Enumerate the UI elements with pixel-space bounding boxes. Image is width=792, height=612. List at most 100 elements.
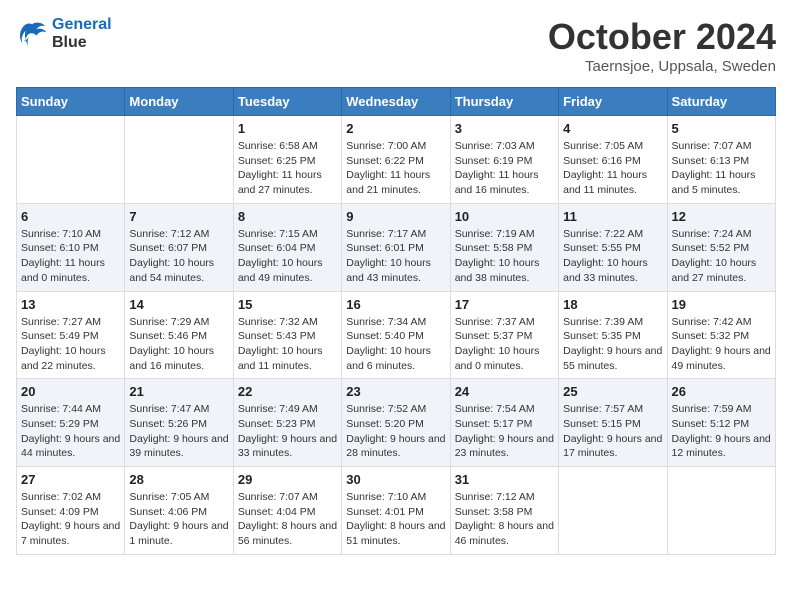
day-info: Sunrise: 7:05 AMSunset: 6:16 PMDaylight:… xyxy=(563,139,662,198)
calendar-cell: 28 Sunrise: 7:05 AMSunset: 4:06 PMDayligh… xyxy=(125,467,233,555)
day-number: 2 xyxy=(346,121,445,136)
calendar-cell xyxy=(17,116,125,204)
calendar-cell: 8 Sunrise: 7:15 AMSunset: 6:04 PMDaylight… xyxy=(233,203,341,291)
calendar-cell: 6 Sunrise: 7:10 AMSunset: 6:10 PMDaylight… xyxy=(17,203,125,291)
calendar-cell: 2 Sunrise: 7:00 AMSunset: 6:22 PMDaylight… xyxy=(342,116,450,204)
day-info: Sunrise: 7:32 AMSunset: 5:43 PMDaylight:… xyxy=(238,315,337,374)
weekday-header-monday: Monday xyxy=(125,88,233,116)
calendar-cell xyxy=(125,116,233,204)
weekday-header-wednesday: Wednesday xyxy=(342,88,450,116)
day-number: 16 xyxy=(346,297,445,312)
day-info: Sunrise: 7:37 AMSunset: 5:37 PMDaylight:… xyxy=(455,315,554,374)
day-info: Sunrise: 7:22 AMSunset: 5:55 PMDaylight:… xyxy=(563,227,662,286)
day-number: 18 xyxy=(563,297,662,312)
day-number: 17 xyxy=(455,297,554,312)
day-info: Sunrise: 7:07 AMSunset: 6:13 PMDaylight:… xyxy=(672,139,771,198)
month-title: October 2024 xyxy=(548,16,776,58)
day-number: 1 xyxy=(238,121,337,136)
day-info: Sunrise: 7:47 AMSunset: 5:26 PMDaylight:… xyxy=(129,402,228,461)
calendar-cell: 9Sunrise: 7:17 AMSunset: 6:01 PMDaylight… xyxy=(342,203,450,291)
logo: General Blue xyxy=(16,16,112,51)
day-number: 7 xyxy=(129,209,228,224)
calendar-cell: 3 Sunrise: 7:03 AMSunset: 6:19 PMDaylight… xyxy=(450,116,558,204)
calendar-cell: 24 Sunrise: 7:54 AMSunset: 5:17 PMDayligh… xyxy=(450,379,558,467)
day-number: 20 xyxy=(21,384,120,399)
calendar-cell: 5 Sunrise: 7:07 AMSunset: 6:13 PMDaylight… xyxy=(667,116,775,204)
day-info: Sunrise: 7:15 AMSunset: 6:04 PMDaylight:… xyxy=(238,227,337,286)
calendar-week-row: 20 Sunrise: 7:44 AMSunset: 5:29 PMDayligh… xyxy=(17,379,776,467)
day-number: 10 xyxy=(455,209,554,224)
day-info: Sunrise: 7:42 AMSunset: 5:32 PMDaylight:… xyxy=(672,315,771,374)
logo-text: General Blue xyxy=(52,16,112,51)
day-number: 24 xyxy=(455,384,554,399)
calendar-cell: 17 Sunrise: 7:37 AMSunset: 5:37 PMDayligh… xyxy=(450,291,558,379)
day-number: 6 xyxy=(21,209,120,224)
day-info: Sunrise: 7:02 AMSunset: 4:09 PMDaylight:… xyxy=(21,490,120,549)
calendar-cell: 12Sunrise: 7:24 AMSunset: 5:52 PMDayligh… xyxy=(667,203,775,291)
weekday-header-row: SundayMondayTuesdayWednesdayThursdayFrid… xyxy=(17,88,776,116)
calendar-cell: 14Sunrise: 7:29 AMSunset: 5:46 PMDayligh… xyxy=(125,291,233,379)
day-number: 31 xyxy=(455,472,554,487)
day-info: Sunrise: 7:05 AMSunset: 4:06 PMDaylight:… xyxy=(129,490,228,549)
location-subtitle: Taernsjoe, Uppsala, Sweden xyxy=(548,58,776,75)
day-number: 29 xyxy=(238,472,337,487)
day-info: Sunrise: 7:00 AMSunset: 6:22 PMDaylight:… xyxy=(346,139,445,198)
calendar-week-row: 6 Sunrise: 7:10 AMSunset: 6:10 PMDaylight… xyxy=(17,203,776,291)
weekday-header-tuesday: Tuesday xyxy=(233,88,341,116)
day-number: 11 xyxy=(563,209,662,224)
day-info: Sunrise: 7:10 AMSunset: 4:01 PMDaylight:… xyxy=(346,490,445,549)
day-number: 27 xyxy=(21,472,120,487)
calendar-cell: 15Sunrise: 7:32 AMSunset: 5:43 PMDayligh… xyxy=(233,291,341,379)
calendar-cell xyxy=(667,467,775,555)
calendar-cell: 16 Sunrise: 7:34 AMSunset: 5:40 PMDayligh… xyxy=(342,291,450,379)
calendar-cell: 11 Sunrise: 7:22 AMSunset: 5:55 PMDayligh… xyxy=(559,203,667,291)
day-info: Sunrise: 7:54 AMSunset: 5:17 PMDaylight:… xyxy=(455,402,554,461)
calendar-cell: 13 Sunrise: 7:27 AMSunset: 5:49 PMDayligh… xyxy=(17,291,125,379)
day-info: Sunrise: 7:52 AMSunset: 5:20 PMDaylight:… xyxy=(346,402,445,461)
calendar-cell: 31Sunrise: 7:12 AMSunset: 3:58 PMDayligh… xyxy=(450,467,558,555)
day-number: 30 xyxy=(346,472,445,487)
calendar-cell: 20 Sunrise: 7:44 AMSunset: 5:29 PMDayligh… xyxy=(17,379,125,467)
day-number: 26 xyxy=(672,384,771,399)
calendar-cell xyxy=(559,467,667,555)
day-info: Sunrise: 7:07 AMSunset: 4:04 PMDaylight:… xyxy=(238,490,337,549)
day-number: 21 xyxy=(129,384,228,399)
day-number: 25 xyxy=(563,384,662,399)
day-info: Sunrise: 7:44 AMSunset: 5:29 PMDaylight:… xyxy=(21,402,120,461)
day-info: Sunrise: 7:57 AMSunset: 5:15 PMDaylight:… xyxy=(563,402,662,461)
day-info: Sunrise: 7:19 AMSunset: 5:58 PMDaylight:… xyxy=(455,227,554,286)
day-number: 4 xyxy=(563,121,662,136)
calendar-week-row: 13 Sunrise: 7:27 AMSunset: 5:49 PMDayligh… xyxy=(17,291,776,379)
calendar-cell: 18 Sunrise: 7:39 AMSunset: 5:35 PMDayligh… xyxy=(559,291,667,379)
weekday-header-sunday: Sunday xyxy=(17,88,125,116)
day-info: Sunrise: 7:10 AMSunset: 6:10 PMDaylight:… xyxy=(21,227,120,286)
calendar-cell: 1Sunrise: 6:58 AMSunset: 6:25 PMDaylight… xyxy=(233,116,341,204)
calendar-week-row: 1Sunrise: 6:58 AMSunset: 6:25 PMDaylight… xyxy=(17,116,776,204)
calendar-week-row: 27 Sunrise: 7:02 AMSunset: 4:09 PMDayligh… xyxy=(17,467,776,555)
logo-bird-icon xyxy=(16,18,48,50)
calendar-body: 1Sunrise: 6:58 AMSunset: 6:25 PMDaylight… xyxy=(17,116,776,555)
day-info: Sunrise: 7:59 AMSunset: 5:12 PMDaylight:… xyxy=(672,402,771,461)
day-info: Sunrise: 7:39 AMSunset: 5:35 PMDaylight:… xyxy=(563,315,662,374)
day-info: Sunrise: 7:12 AMSunset: 6:07 PMDaylight:… xyxy=(129,227,228,286)
calendar-cell: 27 Sunrise: 7:02 AMSunset: 4:09 PMDayligh… xyxy=(17,467,125,555)
day-number: 13 xyxy=(21,297,120,312)
day-number: 5 xyxy=(672,121,771,136)
day-info: Sunrise: 7:27 AMSunset: 5:49 PMDaylight:… xyxy=(21,315,120,374)
weekday-header-saturday: Saturday xyxy=(667,88,775,116)
calendar-cell: 21 Sunrise: 7:47 AMSunset: 5:26 PMDayligh… xyxy=(125,379,233,467)
day-number: 23 xyxy=(346,384,445,399)
day-info: Sunrise: 7:03 AMSunset: 6:19 PMDaylight:… xyxy=(455,139,554,198)
day-info: Sunrise: 7:17 AMSunset: 6:01 PMDaylight:… xyxy=(346,227,445,286)
calendar-cell: 29 Sunrise: 7:07 AMSunset: 4:04 PMDayligh… xyxy=(233,467,341,555)
day-info: Sunrise: 7:34 AMSunset: 5:40 PMDaylight:… xyxy=(346,315,445,374)
day-info: Sunrise: 7:24 AMSunset: 5:52 PMDaylight:… xyxy=(672,227,771,286)
calendar-cell: 26 Sunrise: 7:59 AMSunset: 5:12 PMDayligh… xyxy=(667,379,775,467)
day-info: Sunrise: 7:49 AMSunset: 5:23 PMDaylight:… xyxy=(238,402,337,461)
day-number: 3 xyxy=(455,121,554,136)
calendar-cell: 23 Sunrise: 7:52 AMSunset: 5:20 PMDayligh… xyxy=(342,379,450,467)
day-number: 28 xyxy=(129,472,228,487)
day-number: 8 xyxy=(238,209,337,224)
calendar-cell: 22Sunrise: 7:49 AMSunset: 5:23 PMDayligh… xyxy=(233,379,341,467)
day-info: Sunrise: 7:29 AMSunset: 5:46 PMDaylight:… xyxy=(129,315,228,374)
